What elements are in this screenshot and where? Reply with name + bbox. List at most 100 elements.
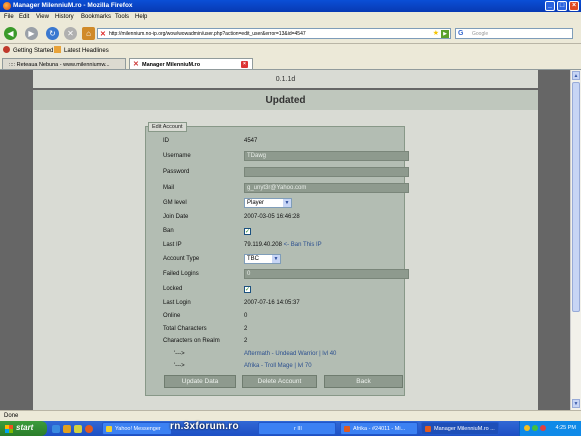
mail-field[interactable]: g_unyt3r@Yahoo.com [244, 183, 409, 193]
back-button[interactable]: Back [324, 375, 403, 388]
tab-strip: :::: Reteaua Nebuna - www.milenniumw... … [0, 56, 581, 70]
version-label: 0.1.1d [275, 76, 296, 83]
quicklaunch-ie-icon[interactable] [63, 425, 71, 433]
online-label: Online [163, 313, 181, 319]
fieldset-legend: Edit Account [148, 122, 187, 132]
window-title: Manager MilenniuM.ro - Mozilla Firefox [13, 2, 133, 9]
menu-file[interactable]: File [4, 14, 14, 20]
character-link[interactable]: Afrika - Troll Mage | lvl 70 [244, 363, 312, 369]
reload-icon[interactable]: ↻ [46, 27, 59, 40]
panel-header: Updated [33, 90, 538, 110]
character-arrow: '---> [174, 363, 185, 369]
username-label: Username [163, 153, 191, 159]
search-box[interactable]: G Google [455, 28, 573, 39]
account-type-select[interactable]: TBC ▼ [244, 254, 281, 264]
bookmark-latest-headlines[interactable]: Latest Headlines [54, 46, 109, 54]
menu-view[interactable]: View [36, 14, 49, 20]
bookmark-star-icon[interactable]: ★ [433, 29, 439, 37]
close-tab-icon[interactable]: × [241, 61, 248, 68]
quicklaunch-firefox-icon[interactable] [85, 425, 93, 433]
username-field[interactable]: TDawg [244, 151, 409, 161]
tab-favicon-icon: ✕ [133, 61, 139, 68]
page-content: 0.1.1d Updated Edit Account ID 4547 User… [0, 70, 570, 410]
stop-icon[interactable]: ✕ [64, 27, 77, 40]
tab-manager-milennium[interactable]: ✕ Manager MilenniuM.ro × [129, 58, 253, 69]
watermark-text: rn.3xforum.ro [170, 421, 239, 432]
url-bar[interactable]: ✕ http://milennium.no-ip.org/wow/wowadmi… [97, 28, 451, 39]
go-icon[interactable]: ▶ [441, 30, 449, 38]
characters-on-realm-value: 2 [244, 338, 248, 344]
menu-history[interactable]: History [55, 14, 74, 20]
maximize-button[interactable]: □ [557, 1, 567, 11]
scrollbar-thumb[interactable] [572, 82, 580, 312]
home-icon[interactable]: ⌂ [82, 27, 95, 40]
close-window-button[interactable]: × [569, 1, 579, 11]
rss-feed-icon [54, 46, 61, 53]
password-field[interactable] [244, 167, 409, 177]
bookmark-getting-started[interactable]: Getting Started [3, 46, 53, 54]
failed-logins-label: Failed Logins [163, 271, 199, 277]
locked-label: Locked [163, 286, 183, 292]
yahoo-messenger-icon [106, 426, 112, 432]
url-text: http://milennium.no-ip.org/wow/wowadmin/… [109, 31, 306, 37]
back-icon[interactable]: ◀ [4, 27, 17, 40]
scroll-up-icon[interactable]: ▲ [572, 71, 580, 80]
firefox-icon [425, 426, 431, 432]
forward-icon[interactable]: ▶ [25, 27, 38, 40]
main-panel: Updated Edit Account ID 4547 Username TD… [33, 90, 538, 410]
quicklaunch-desktop-icon[interactable] [52, 425, 60, 433]
edit-account-fieldset: Edit Account ID 4547 Username TDawg Pass… [145, 122, 409, 396]
gm-level-label: GM level [163, 200, 187, 206]
last-ip-row: 79.119.40.208 <- Ban This IP [244, 242, 322, 248]
ban-checkbox[interactable]: ✓ [244, 228, 251, 235]
ban-label: Ban [163, 228, 174, 234]
last-ip-label: Last IP [163, 242, 182, 248]
account-type-label: Account Type [163, 256, 200, 262]
window-titlebar: Manager MilenniuM.ro - Mozilla Firefox _… [0, 0, 581, 12]
page-scrollbar[interactable]: ▲ ▼ [570, 70, 581, 410]
join-date-label: Join Date [163, 214, 189, 220]
password-label: Password [163, 169, 190, 175]
site-favicon-icon: ✕ [100, 31, 106, 38]
tab-reteaua-nebuna[interactable]: :::: Reteaua Nebuna - www.milenniumw... [2, 58, 126, 69]
firefox-icon [344, 426, 350, 432]
quicklaunch-messenger-icon[interactable] [74, 425, 82, 433]
task-afrika[interactable]: Afrika - #24011 - Mi... [340, 422, 418, 435]
total-characters-label: Total Characters [163, 326, 207, 332]
google-search-icon[interactable]: G [458, 30, 463, 37]
failed-logins-field[interactable]: 0 [244, 269, 409, 279]
mail-label: Mail [163, 185, 175, 191]
search-placeholder: Google [472, 31, 489, 37]
character-arrow: '---> [174, 351, 185, 357]
tray-network-icon[interactable] [532, 425, 538, 431]
tray-antivirus-icon[interactable] [540, 425, 546, 431]
update-data-button[interactable]: Update Data [164, 375, 236, 388]
minimize-button[interactable]: _ [545, 1, 555, 11]
character-link[interactable]: Aftermath - Undead Warrior | lvl 40 [244, 351, 336, 357]
chevron-down-icon: ▼ [272, 255, 280, 263]
task-manager-milennium[interactable]: Manager MilenniuM.ro ... [421, 422, 499, 435]
menu-tools[interactable]: Tools [115, 14, 129, 20]
characters-on-realm-label: Characters on Realm [163, 338, 220, 344]
getting-started-icon [3, 46, 10, 53]
scroll-down-icon[interactable]: ▼ [572, 399, 580, 408]
start-button[interactable]: start [0, 421, 47, 436]
navigation-toolbar: ◀ ▶ ↻ ✕ ⌂ ✕ http://milennium.no-ip.org/w… [0, 22, 581, 44]
version-band: 0.1.1d [33, 70, 538, 88]
menu-bookmarks[interactable]: Bookmarks [81, 14, 111, 20]
delete-account-button[interactable]: Delete Account [242, 375, 317, 388]
gm-level-select[interactable]: Player ▼ [244, 198, 292, 208]
menu-edit[interactable]: Edit [19, 14, 29, 20]
ban-ip-link[interactable]: <- Ban This IP [284, 242, 322, 248]
status-bar: Done [0, 410, 581, 421]
menu-bar: File Edit View History Bookmarks Tools H… [0, 12, 581, 22]
bookmarks-toolbar: Getting Started Latest Headlines [0, 44, 581, 56]
total-characters-value: 2 [244, 326, 248, 332]
join-date-value: 2007-03-05 16:46:28 [244, 214, 300, 220]
task-wow[interactable]: r III [258, 422, 336, 435]
last-login-value: 2007-07-16 14:05:37 [244, 300, 300, 306]
tray-volume-icon[interactable] [524, 425, 530, 431]
menu-help[interactable]: Help [135, 14, 147, 20]
locked-checkbox[interactable]: ✓ [244, 286, 251, 293]
task-yahoo-messenger[interactable]: Yahoo! Messenger [102, 422, 172, 435]
